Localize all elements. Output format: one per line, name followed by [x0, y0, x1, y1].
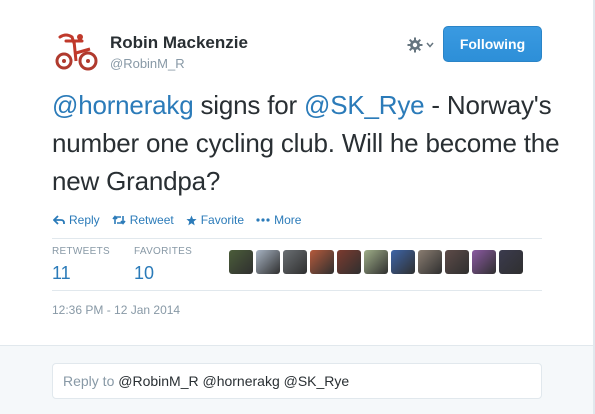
favoriter-avatars: [229, 250, 523, 274]
favoriter-avatar[interactable]: [472, 250, 496, 274]
retweets-stat[interactable]: RETWEETS 11: [52, 246, 110, 284]
red-tricycle-icon: [52, 27, 100, 75]
retweet-label: Retweet: [129, 213, 174, 227]
user-name[interactable]: Robin Mackenzie: [110, 33, 248, 53]
tweet-timestamp[interactable]: 12:36 PM - 12 Jan 2014: [52, 303, 180, 317]
favoriter-avatar[interactable]: [499, 250, 523, 274]
following-button[interactable]: Following: [443, 26, 542, 62]
more-action[interactable]: More: [256, 213, 301, 227]
reply-prefix: Reply to: [63, 373, 115, 389]
divider: [52, 290, 542, 291]
favorites-count: 10: [134, 263, 155, 283]
favorites-stat[interactable]: FAVORITES 10: [134, 246, 192, 284]
reply-area: Reply to @RobinM_R @hornerakg @SK_Rye: [0, 345, 595, 414]
tweet-card: Robin Mackenzie @RobinM_R Following @hor…: [0, 0, 595, 345]
gear-icon: [407, 37, 423, 53]
retweets-count: 11: [52, 263, 71, 283]
reply-input[interactable]: Reply to @RobinM_R @hornerakg @SK_Rye: [52, 363, 542, 399]
user-actions-dropdown[interactable]: [407, 34, 435, 56]
user-handle[interactable]: @RobinM_R: [110, 56, 185, 71]
divider: [52, 238, 542, 239]
chevron-down-icon: [426, 42, 434, 48]
favorite-action[interactable]: Favorite: [186, 213, 244, 227]
favoriter-avatar[interactable]: [418, 250, 442, 274]
reply-action[interactable]: Reply: [53, 213, 100, 227]
reply-label: Reply: [69, 213, 100, 227]
tweet-actions: Reply Retweet Favorite More: [53, 212, 313, 228]
reply-icon: [53, 215, 65, 225]
more-label: More: [274, 213, 302, 227]
retweet-action[interactable]: Retweet: [112, 213, 174, 227]
favoriter-avatar[interactable]: [337, 250, 361, 274]
reply-recipients: @RobinM_R @hornerakg @SK_Rye: [118, 373, 350, 389]
avatar[interactable]: [52, 27, 100, 75]
mention-link[interactable]: @SK_Rye: [304, 90, 425, 120]
tweet-text: @hornerakg signs for @SK_Rye - Norway's …: [52, 86, 562, 200]
favoriter-avatar[interactable]: [391, 250, 415, 274]
retweets-label: RETWEETS: [52, 246, 110, 257]
retweet-icon: [112, 215, 126, 225]
tweet-text-segment: signs for: [193, 90, 304, 120]
favorites-label: FAVORITES: [134, 246, 193, 257]
favoriter-avatar[interactable]: [310, 250, 334, 274]
favoriter-avatar[interactable]: [445, 250, 469, 274]
mention-link[interactable]: @hornerakg: [52, 90, 194, 120]
favoriter-avatar[interactable]: [256, 250, 280, 274]
favoriter-avatar[interactable]: [283, 250, 307, 274]
favoriter-avatar[interactable]: [229, 250, 253, 274]
star-icon: [186, 215, 197, 226]
favoriter-avatar[interactable]: [364, 250, 388, 274]
favorite-label: Favorite: [200, 213, 245, 227]
more-dots-icon: [256, 218, 270, 222]
